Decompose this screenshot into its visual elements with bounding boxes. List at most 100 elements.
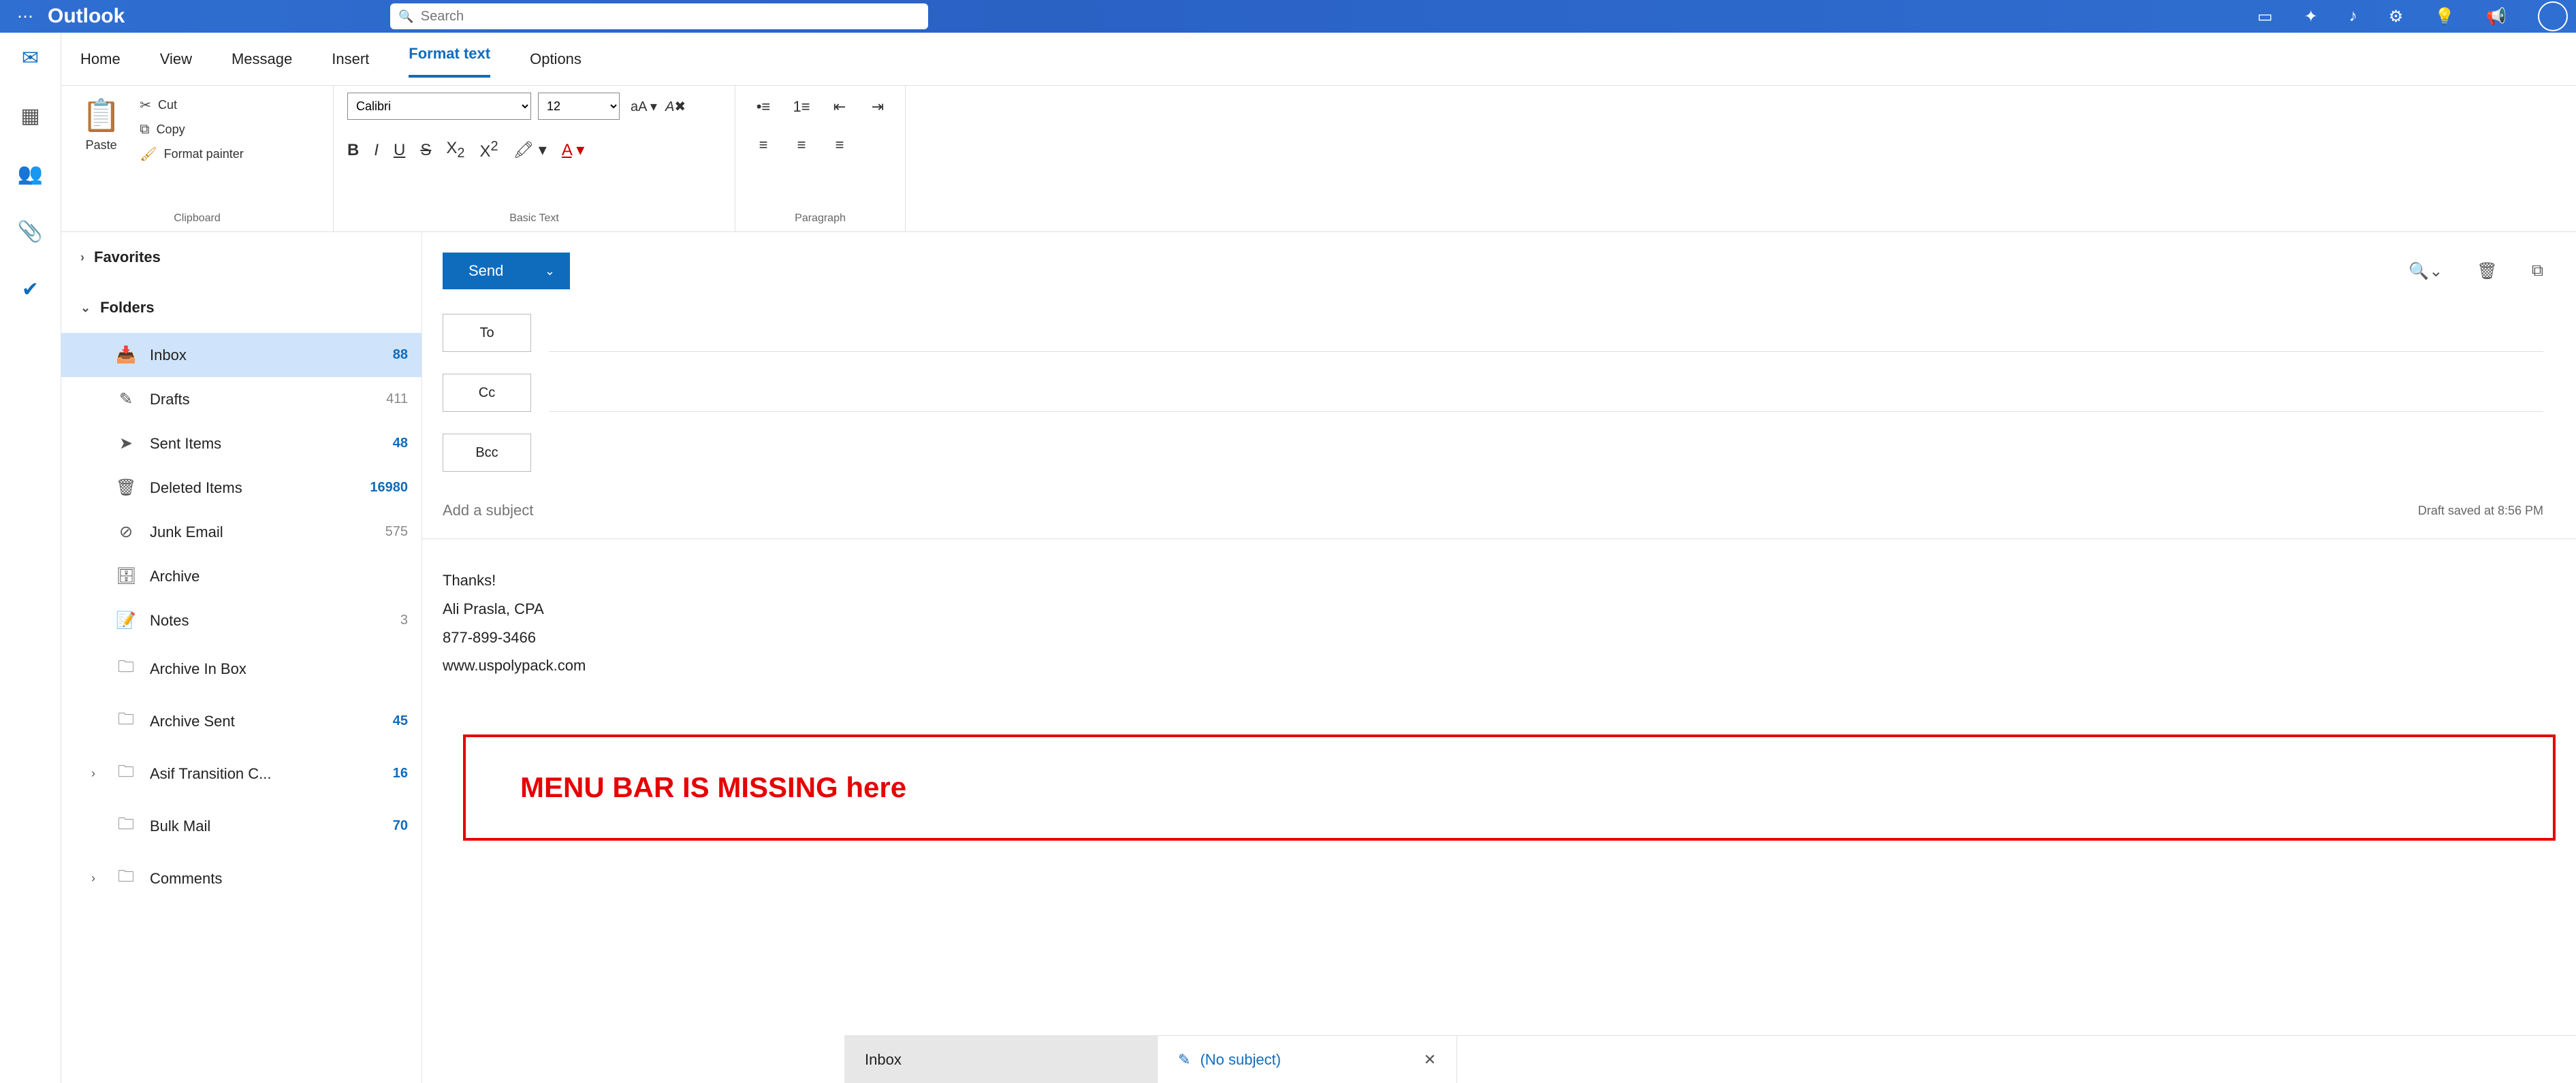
calendar-icon[interactable]: ▦ <box>20 104 39 128</box>
tab-options[interactable]: Options <box>530 46 582 72</box>
strikethrough-button[interactable]: S <box>420 141 431 160</box>
font-size-select[interactable]: 12 <box>538 93 620 120</box>
mail-icon[interactable]: ✉ <box>22 46 39 70</box>
decrease-indent-button[interactable]: ⇤ <box>825 93 854 121</box>
app-name: Outlook <box>48 5 125 28</box>
send-button[interactable]: Send <box>443 253 529 289</box>
folder-item-archive-sent[interactable]: 🗀Archive Sent45 <box>61 695 422 747</box>
italic-button[interactable]: I <box>374 141 379 160</box>
folder-item-bulk-mail[interactable]: 🗀Bulk Mail70 <box>61 800 422 852</box>
ribbon-group-basic-text: Calibri 12 aA ▾ A✖ B I U S X2 X2 🖍 ▾ A ▾… <box>334 86 735 231</box>
align-center-button[interactable]: ≡ <box>787 131 816 159</box>
search-input[interactable] <box>421 9 921 25</box>
search-box[interactable]: 🔍 <box>390 3 928 29</box>
ribbon: 📋 Paste ✂Cut ⧉Copy 🖌Format painter Clipb… <box>61 86 2576 232</box>
folder-item-archive[interactable]: 🗄Archive <box>61 554 422 598</box>
bold-button[interactable]: B <box>347 141 359 160</box>
tab-format-text[interactable]: Format text <box>409 41 490 78</box>
to-field[interactable] <box>549 314 2543 352</box>
folder-count: 70 <box>367 818 408 834</box>
message-body[interactable]: Thanks!Ali Prasla, CPA877-899-3466www.us… <box>422 539 2576 707</box>
folder-icon: 🗀 <box>116 864 136 892</box>
folder-item-inbox[interactable]: 📥Inbox88 <box>61 333 422 377</box>
bcc-field[interactable] <box>549 434 2543 472</box>
compose-pane: Send ⌄ 🔍⌄ 🗑 ⧉ To Cc Bcc Draft saved at 8… <box>422 232 2576 1083</box>
to-button[interactable]: To <box>443 314 531 352</box>
tab-home[interactable]: Home <box>80 46 121 72</box>
bcc-button[interactable]: Bcc <box>443 434 531 472</box>
subject-input[interactable] <box>443 502 2404 519</box>
cut-button[interactable]: ✂Cut <box>137 93 246 118</box>
send-split-button[interactable]: Send ⌄ <box>443 253 570 289</box>
font-color-button[interactable]: A ▾ <box>562 140 584 160</box>
folder-name: Junk Email <box>150 523 353 541</box>
bullets-button[interactable]: •≡ <box>749 93 778 121</box>
popout-icon[interactable]: ⧉ <box>2532 261 2543 280</box>
app-launcher-icon[interactable]: ⋯ <box>8 7 42 27</box>
archive-icon: 🗄 <box>116 566 136 586</box>
folder-item-asif-transition-c-[interactable]: ›🗀Asif Transition C...16 <box>61 747 422 800</box>
align-right-button[interactable]: ≡ <box>825 131 854 159</box>
scissors-icon: ✂ <box>140 97 151 114</box>
superscript-button[interactable]: X2 <box>480 139 498 161</box>
clear-formatting-button[interactable]: A✖ <box>665 98 686 115</box>
bottom-tab-inbox[interactable]: Inbox <box>844 1036 1158 1083</box>
body-line: Thanks! <box>443 566 2556 595</box>
send-options-chevron[interactable]: ⌄ <box>529 253 570 289</box>
highlight-button[interactable]: 🖍 ▾ <box>513 140 547 160</box>
folder-count: 16980 <box>367 480 408 496</box>
folder-item-comments[interactable]: ›🗀Comments <box>61 852 422 905</box>
favorites-section[interactable]: › Favorites <box>61 232 422 282</box>
underline-button[interactable]: U <box>394 141 405 160</box>
font-name-select[interactable]: Calibri <box>347 93 531 120</box>
todo-icon[interactable]: ✔ <box>22 278 39 302</box>
tab-message[interactable]: Message <box>232 46 292 72</box>
folder-item-junk-email[interactable]: ⊘Junk Email575 <box>61 510 422 554</box>
paste-button[interactable]: 📋 Paste <box>75 93 127 167</box>
change-case-button[interactable]: aA ▾ <box>631 98 657 115</box>
folder-count: 48 <box>367 436 408 451</box>
zoom-icon[interactable]: 🔍⌄ <box>2408 261 2443 281</box>
settings-icon[interactable]: ⚙ <box>2389 7 2404 27</box>
ribbon-group-paragraph: •≡ 1≡ ⇤ ⇥ ≡ ≡ ≡ Paragraph <box>735 86 906 231</box>
folder-item-notes[interactable]: 📝Notes3 <box>61 598 422 643</box>
folder-name: Archive Sent <box>150 713 353 730</box>
clipboard-group-label: Clipboard <box>75 208 319 231</box>
junk-icon: ⊘ <box>116 522 136 542</box>
folder-item-archive-in-box[interactable]: 🗀Archive In Box <box>61 643 422 695</box>
paragraph-group-label: Paragraph <box>749 208 891 231</box>
announce-icon[interactable]: 📢 <box>2486 7 2507 27</box>
folder-item-drafts[interactable]: ✎Drafts411 <box>61 377 422 421</box>
folder-name: Notes <box>150 612 353 630</box>
tab-insert[interactable]: Insert <box>332 46 369 72</box>
people-icon[interactable]: 👥 <box>18 162 43 186</box>
folder-name: Inbox <box>150 346 353 364</box>
increase-indent-button[interactable]: ⇥ <box>863 93 892 121</box>
paste-label: Paste <box>86 138 117 152</box>
align-left-button[interactable]: ≡ <box>749 131 778 159</box>
folder-item-deleted-items[interactable]: 🗑Deleted Items16980 <box>61 466 422 510</box>
body-line: 877-899-3466 <box>443 624 2556 652</box>
discard-icon[interactable]: 🗑 <box>2477 261 2497 281</box>
files-icon[interactable]: 📎 <box>18 220 43 244</box>
tips-icon[interactable]: 💡 <box>2434 7 2455 27</box>
meet-icon[interactable]: ▭ <box>2257 7 2273 27</box>
annotation-text: MENU BAR IS MISSING here <box>520 771 2498 804</box>
bottom-tab-nosubject[interactable]: ✎ (No subject) ✕ <box>1158 1036 1457 1083</box>
tab-view[interactable]: View <box>160 46 192 72</box>
chevron-right-icon: › <box>91 871 95 886</box>
chat-icon[interactable]: ✦ <box>2304 7 2318 27</box>
cc-field[interactable] <box>549 374 2543 412</box>
copy-button[interactable]: ⧉Copy <box>137 118 246 142</box>
avatar[interactable] <box>2538 1 2568 31</box>
folders-section[interactable]: ⌄ Folders <box>61 282 422 333</box>
notifications-icon[interactable]: ♪ <box>2349 7 2357 26</box>
close-tab-icon[interactable]: ✕ <box>1424 1051 1436 1069</box>
ribbon-tabs: Home View Message Insert Format text Opt… <box>61 33 2576 86</box>
numbering-button[interactable]: 1≡ <box>787 93 816 121</box>
folder-count: 16 <box>367 766 408 781</box>
subscript-button[interactable]: X2 <box>446 139 464 161</box>
cc-button[interactable]: Cc <box>443 374 531 412</box>
format-painter-button[interactable]: 🖌Format painter <box>137 142 246 167</box>
folder-item-sent-items[interactable]: ➤Sent Items48 <box>61 421 422 466</box>
